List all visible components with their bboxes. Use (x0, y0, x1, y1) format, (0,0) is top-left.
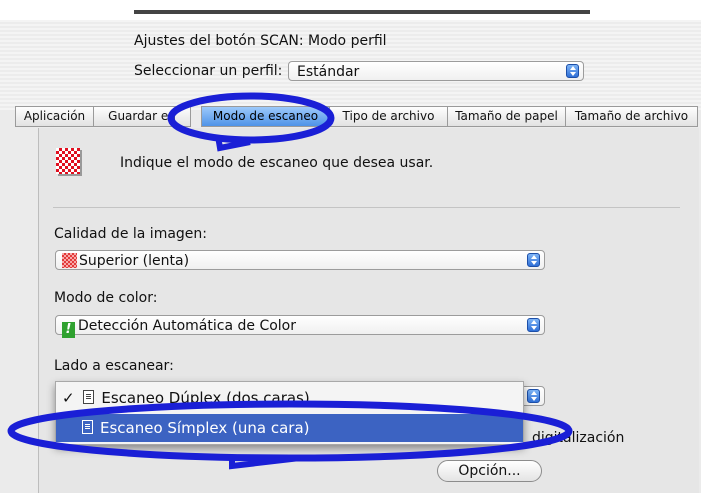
menu-highlight-ellipse (7, 400, 573, 462)
tab-highlight-ellipse (167, 92, 335, 144)
annotation-overlay (7, 92, 573, 470)
